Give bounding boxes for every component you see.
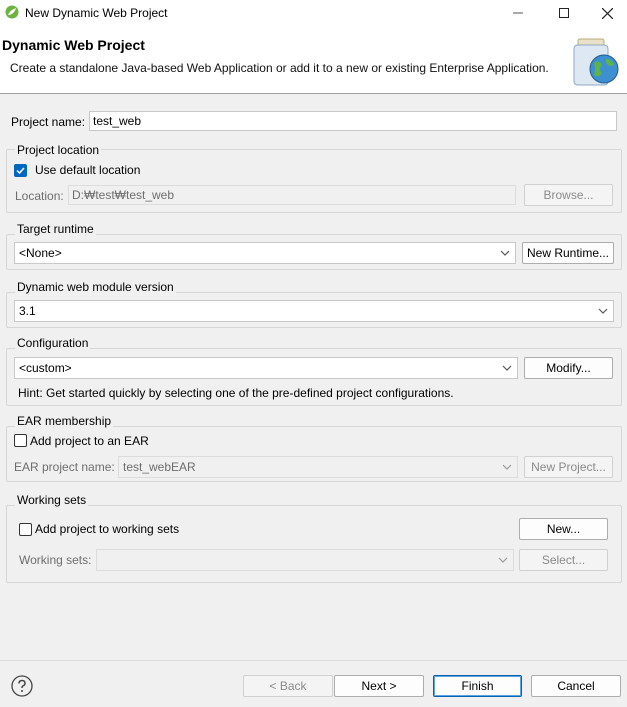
project-location-group-label: Project location — [15, 143, 102, 157]
page-description: Create a standalone Java-based Web Appli… — [10, 61, 549, 75]
ear-project-name-label: EAR project name: — [14, 460, 115, 474]
ear-project-name-select[interactable]: test_webEAR — [118, 456, 518, 478]
page-title: Dynamic Web Project — [2, 37, 145, 53]
ear-membership-group-label: EAR membership — [15, 414, 114, 428]
back-button[interactable]: < Back — [243, 675, 333, 697]
configuration-hint: Hint: Get started quickly by selecting o… — [18, 386, 454, 400]
new-working-set-button[interactable]: New... — [519, 518, 608, 540]
target-runtime-select[interactable]: <None> — [14, 242, 516, 264]
add-to-ear-checkbox[interactable] — [14, 434, 27, 447]
working-sets-group — [6, 505, 622, 583]
browse-button[interactable]: Browse... — [524, 184, 613, 206]
window-title: New Dynamic Web Project — [25, 6, 168, 20]
chevron-down-icon — [502, 365, 512, 371]
module-version-selected: 3.1 — [19, 304, 36, 318]
modify-button[interactable]: Modify... — [524, 357, 613, 379]
close-icon — [601, 7, 613, 19]
chevron-down-icon — [500, 250, 510, 256]
configuration-selected: <custom> — [19, 361, 72, 375]
module-version-group-label: Dynamic web module version — [15, 280, 176, 294]
minimize-button[interactable] — [495, 0, 541, 26]
new-runtime-button[interactable]: New Runtime... — [522, 242, 614, 264]
location-label: Location: — [15, 189, 64, 203]
chevron-down-icon — [498, 557, 508, 563]
chevron-down-icon — [502, 464, 512, 470]
target-runtime-group-label: Target runtime — [15, 222, 96, 236]
project-name-input[interactable]: test_web — [89, 111, 617, 131]
add-to-working-sets-checkbox[interactable] — [19, 523, 32, 536]
checkbox-checked-icon — [16, 167, 25, 175]
location-input[interactable]: D:₩test₩test_web — [68, 185, 516, 205]
use-default-location-label: Use default location — [35, 163, 141, 177]
module-version-select[interactable]: 3.1 — [14, 300, 614, 322]
new-ear-project-button[interactable]: New Project... — [524, 456, 613, 478]
maximize-icon — [559, 8, 569, 18]
configuration-group-label: Configuration — [15, 336, 91, 350]
finish-button[interactable]: Finish — [433, 675, 522, 697]
help-icon[interactable] — [11, 675, 33, 697]
configuration-select[interactable]: <custom> — [14, 357, 518, 379]
target-runtime-selected: <None> — [19, 246, 62, 260]
working-sets-group-label: Working sets — [15, 493, 89, 507]
maximize-button[interactable] — [541, 0, 587, 26]
select-working-sets-button[interactable]: Select... — [519, 549, 608, 571]
ear-project-name-value: test_webEAR — [123, 460, 196, 474]
use-default-location-checkbox[interactable] — [14, 164, 27, 177]
cancel-button[interactable]: Cancel — [531, 675, 621, 697]
add-to-working-sets-label: Add project to working sets — [35, 522, 180, 536]
project-name-label: Project name: — [11, 115, 86, 129]
title-bar: New Dynamic Web Project — [0, 0, 627, 26]
working-sets-label: Working sets: — [19, 553, 92, 567]
add-to-ear-label: Add project to an EAR — [30, 434, 149, 448]
next-button[interactable]: Next > — [334, 675, 424, 697]
eclipse-spring-icon — [5, 5, 19, 19]
close-button[interactable] — [587, 0, 627, 26]
wizard-banner: Dynamic Web Project Create a standalone … — [0, 26, 627, 94]
footer-divider — [0, 660, 627, 661]
minimize-icon — [513, 12, 523, 14]
chevron-down-icon — [598, 308, 608, 314]
working-sets-select[interactable] — [96, 549, 514, 571]
web-project-banner-icon — [573, 38, 619, 86]
